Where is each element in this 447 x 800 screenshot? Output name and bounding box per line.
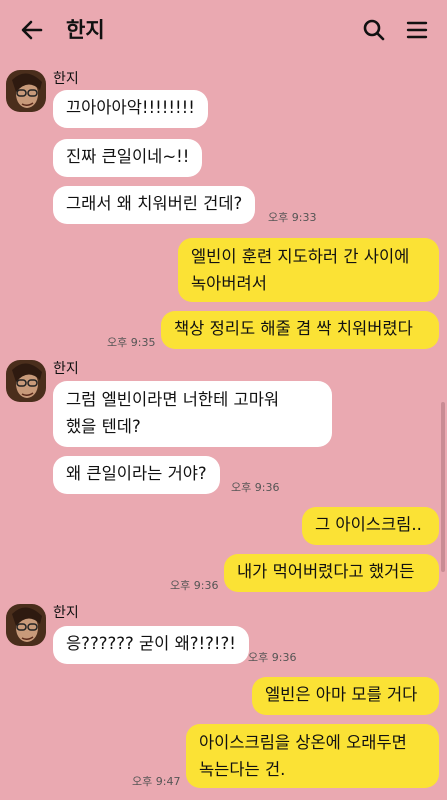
chat-header: 한지 [0, 0, 447, 58]
message-bubble-incoming[interactable]: 그래서 왜 치워버린 건데? [53, 186, 256, 224]
message-bubble-incoming[interactable]: 왜 큰일이라는 거야? [53, 456, 220, 494]
message-timestamp: 오후 9:47 [132, 775, 181, 788]
arrow-left-icon [21, 20, 43, 40]
message-bubble-incoming[interactable]: 응?????? 굳이 왜?!?!?! [53, 626, 249, 664]
search-button[interactable] [358, 14, 390, 46]
message-line: 녹아버려서 [191, 274, 267, 293]
message-line: 엘빈이 훈련 지도하러 간 사이에 [191, 247, 410, 266]
hamburger-menu-icon [406, 21, 428, 39]
avatar[interactable] [6, 360, 46, 402]
avatar-portrait-icon [6, 360, 46, 402]
search-icon [363, 19, 385, 41]
message-line: 녹는다는 건. [199, 760, 286, 779]
message-line: 했을 텐데? [66, 417, 141, 436]
back-button[interactable] [16, 14, 48, 46]
avatar-portrait-icon [6, 70, 46, 112]
message-timestamp: 오후 9:36 [231, 481, 280, 494]
scrollbar[interactable] [441, 402, 445, 572]
sender-name: 한지 [53, 71, 79, 87]
message-timestamp: 오후 9:36 [170, 579, 219, 592]
message-line: 아이스크림을 상온에 오래두면 [199, 733, 407, 752]
message-timestamp: 오후 9:36 [248, 651, 297, 664]
avatar[interactable] [6, 604, 46, 646]
sender-name: 한지 [53, 605, 79, 621]
message-bubble-outgoing[interactable]: 엘빈은 아마 모를 거다 [252, 677, 439, 715]
avatar[interactable] [6, 70, 46, 112]
message-bubble-incoming[interactable]: 끄아아아악!!!!!!!! [53, 90, 208, 128]
message-bubble-outgoing[interactable]: 내가 먹어버렸다고 했거든 [224, 554, 439, 592]
message-timestamp: 오후 9:35 [107, 336, 156, 349]
avatar-portrait-icon [6, 604, 46, 646]
message-timestamp: 오후 9:33 [268, 211, 317, 224]
message-bubble-incoming[interactable]: 그럼 엘빈이라면 너한테 고마워 했을 텐데? [53, 381, 332, 447]
message-bubble-outgoing[interactable]: 그 아이스크림.. [302, 507, 439, 545]
menu-button[interactable] [401, 14, 433, 46]
message-line: 그럼 엘빈이라면 너한테 고마워 [66, 390, 280, 409]
message-bubble-incoming[interactable]: 진짜 큰일이네~!! [53, 139, 203, 177]
message-bubble-outgoing[interactable]: 엘빈이 훈련 지도하러 간 사이에 녹아버려서 [178, 238, 439, 302]
message-bubble-outgoing[interactable]: 아이스크림을 상온에 오래두면 녹는다는 건. [186, 724, 439, 788]
chat-title: 한지 [66, 18, 105, 42]
message-bubble-outgoing[interactable]: 책상 정리도 해줄 겸 싹 치워버렸다 [161, 311, 439, 349]
sender-name: 한지 [53, 361, 79, 377]
